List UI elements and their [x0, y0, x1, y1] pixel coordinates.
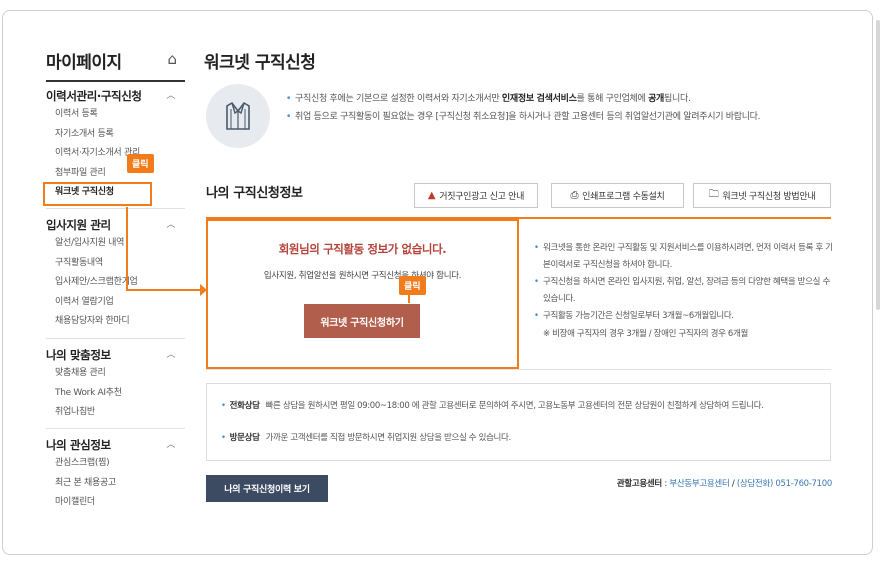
- sidebar-group-custom: 나의 맞춤정보 ︿ 맞춤채용 관리 The Work AI추천 취업나침반: [46, 338, 185, 424]
- status-note-sub: ※ 비장애 구직자의 경우 3개월 / 장애인 구직자의 경우 6개월: [543, 328, 748, 339]
- center-info: 관할고용센터 : 부산동부고용센터 / (상담전화) 051-760-7100: [616, 479, 832, 489]
- annotation-arrow-line: [126, 207, 128, 291]
- sidebar-item-custom-jobs[interactable]: 맞춤채용 관리: [46, 365, 185, 385]
- status-note: 구직신청을 하시면 온라인 입사지원, 취업, 알선, 장려금 등의 다양한 혜…: [534, 274, 834, 307]
- shirt-icon: [206, 84, 270, 148]
- sidebar-item-ai-recommend[interactable]: The Work AI추천: [46, 385, 185, 405]
- status-note: 워크넷을 통한 온라인 구직활동 및 지원서비스를 이용하시려면, 먼저 이력서…: [534, 240, 834, 273]
- sidebar-group-interest: 나의 관심정보 ︿ 관심스크랩(찜) 최근 본 채용공고 마이캘린더: [46, 428, 185, 514]
- sidebar-group-applications: 입사지원 관리 ︿ 알선/입사지원 내역 구직활동내역 입사제안/스크랩한기업 이…: [46, 208, 185, 333]
- section-title: 나의 구직신청정보: [206, 186, 303, 201]
- chevron-up-icon[interactable]: ︿: [166, 217, 175, 230]
- chevron-up-icon[interactable]: ︿: [166, 347, 175, 360]
- sidebar-item-apply-history[interactable]: 알선/입사지원 내역: [46, 235, 185, 255]
- sidebar-item-cover-letter[interactable]: 자기소개서 등록: [46, 126, 185, 146]
- folder-icon: 🗀: [708, 189, 719, 200]
- siren-icon: ▲: [427, 190, 436, 201]
- sidebar-group-head[interactable]: 나의 관심정보 ︿: [46, 437, 185, 455]
- apply-job-button[interactable]: 워크넷 구직신청하기: [304, 304, 420, 338]
- sidebar-item-resume-manage[interactable]: 이력서·자기소개서 관리: [46, 145, 185, 165]
- sidebar-item-recruiter-chat[interactable]: 채용담당자와 한마디: [46, 313, 185, 333]
- info-list: 구직신청 후에는 기본으로 설정한 이력서와 자기소개서만 인재정보 검색서비스…: [286, 92, 831, 128]
- annotation-arrow-line: [408, 291, 410, 303]
- empty-status-message: 회원님의 구직활동 정보가 없습니다.: [278, 242, 447, 256]
- status-note: 구직활동 가능기간은 신청일로부터 3개월~6개월입니다.: [534, 308, 834, 325]
- chevron-up-icon[interactable]: ︿: [166, 88, 175, 101]
- home-icon[interactable]: ⌂: [167, 50, 177, 68]
- chevron-up-icon[interactable]: ︿: [166, 437, 175, 450]
- false-ad-report-button[interactable]: ▲ 거짓구인광고 신고 안내: [414, 183, 538, 208]
- sidebar-item-calendar[interactable]: 마이캘린더: [46, 494, 185, 514]
- info-line: 구직신청 후에는 기본으로 설정한 이력서와 자기소개서만 인재정보 검색서비스…: [286, 92, 831, 107]
- sidebar-item-compass[interactable]: 취업나침반: [46, 404, 185, 424]
- sidebar-group-head[interactable]: 입사지원 관리 ︿: [46, 217, 185, 235]
- status-empty-box: 회원님의 구직활동 정보가 없습니다. 입사지원, 취업알선을 원하시면 구직신…: [206, 219, 519, 369]
- sidebar-item-recent-jobs[interactable]: 최근 본 채용공고: [46, 475, 185, 495]
- status-notes: 워크넷을 통한 온라인 구직활동 및 지원서비스를 이용하시려면, 먼저 이력서…: [534, 240, 834, 342]
- center-phone[interactable]: (상담전화) 051-760-7100: [737, 479, 832, 489]
- printer-icon: ⎙: [570, 190, 579, 201]
- sidebar-item-scrap[interactable]: 관심스크랩(찜): [46, 455, 185, 475]
- click-badge: 클릭: [127, 154, 154, 173]
- sidebar-item-job-activity[interactable]: 구직활동내역: [46, 255, 185, 275]
- apply-guide-button[interactable]: 🗀 워크넷 구직신청 방법안내: [693, 183, 831, 208]
- sidebar-title: 마이페이지 ⌂: [46, 48, 185, 82]
- annotation-arrow-line: [126, 289, 202, 291]
- print-program-button[interactable]: ⎙ 인쇄프로그램 수동설치: [551, 183, 684, 208]
- sidebar-group-head[interactable]: 이력서관리·구직신청 ︿: [46, 88, 185, 106]
- phone-consult: • 전화상담 빠른 상담을 원하시면 평일 09:00~18:00 에 관할 고용센…: [221, 401, 764, 411]
- consult-box: • 전화상담 빠른 상담을 원하시면 평일 09:00~18:00 에 관할 고용센…: [206, 383, 831, 461]
- center-name-link[interactable]: 부산동부고용센터: [669, 479, 729, 489]
- scrollbar[interactable]: [876, 20, 880, 310]
- sidebar-item-viewed-companies[interactable]: 이력서 열람기업: [46, 294, 185, 314]
- apply-history-button[interactable]: 나의 구직신청이력 보기: [206, 475, 328, 502]
- sidebar-item-resume-register[interactable]: 이력서 등록: [46, 106, 185, 126]
- page-title: 워크넷 구직신청: [204, 53, 316, 73]
- sidebar-group-head[interactable]: 나의 맞춤정보 ︿: [46, 347, 185, 365]
- visit-consult: • 방문상담 가까운 고객센터를 직접 방문하시면 취업지원 상담을 받으실 수 있…: [221, 433, 511, 443]
- click-badge: 클릭: [399, 276, 426, 295]
- empty-status-sub: 입사지원, 취업알선을 원하시면 구직신청을 하셔야 합니다.: [263, 271, 462, 281]
- info-line: 취업 등으로 구직활동이 필요없는 경우 [구직신청 취소요청]을 하시거나 관…: [286, 110, 831, 125]
- sidebar-title-text: 마이페이지: [46, 53, 122, 73]
- highlight-box: [43, 182, 152, 206]
